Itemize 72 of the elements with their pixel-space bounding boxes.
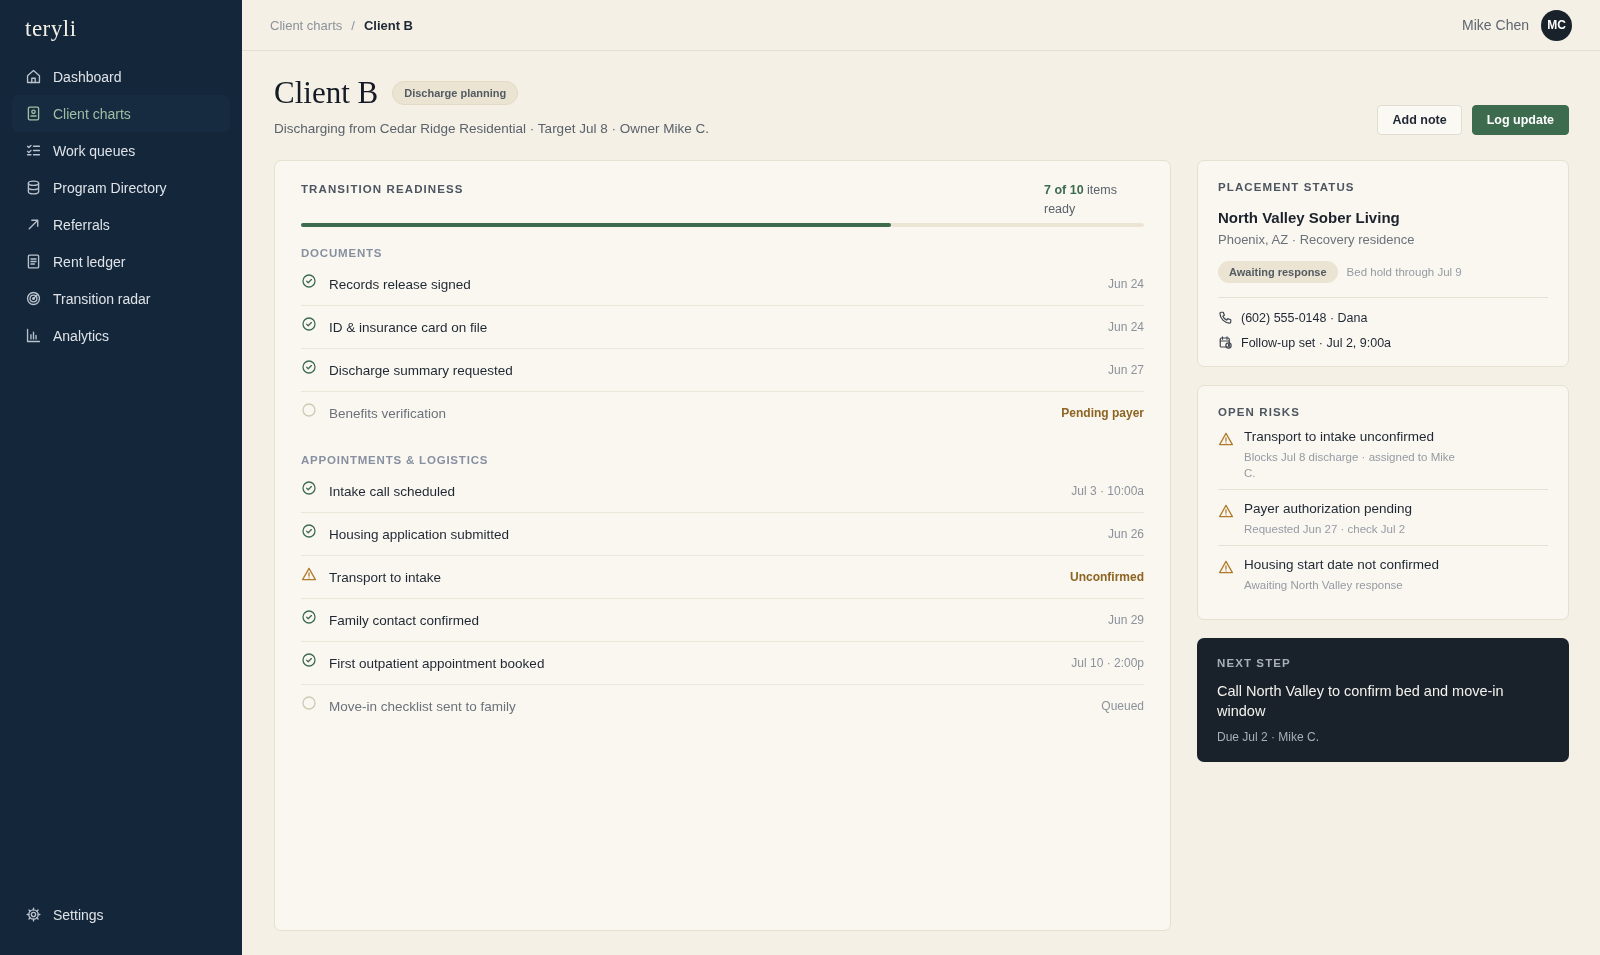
sidebar-item[interactable]: Referrals [12, 206, 230, 243]
card-title: NEXT STEP [1217, 657, 1292, 669]
bed-hold-note: Bed hold through Jul 9 [1346, 266, 1462, 278]
sidebar-item[interactable]: Dashboard [12, 58, 230, 95]
item-status: Jul 3 · 10:00a [1071, 484, 1144, 498]
risk-title: Transport to intake unconfirmed [1244, 429, 1436, 444]
client-subtitle: Discharging from Cedar Ridge Residential · Target Jul 8 · Owner Mike C. [274, 121, 709, 136]
section-heading: APPOINTMENTS & LOGISTICS [301, 454, 490, 466]
item-status: Jul 10 · 2:00p [1071, 656, 1144, 670]
item-status: Pending payer [1061, 406, 1144, 420]
item-status: Jun 26 [1107, 527, 1144, 541]
sidebar-item[interactable]: Client charts [12, 95, 230, 132]
progress-count: 7 of 10 items ready [1044, 182, 1118, 218]
item-status: Jun 27 [1107, 363, 1144, 377]
risk-detail: Awaiting North Valley response [1244, 578, 1404, 593]
home-icon [25, 68, 42, 85]
user-avatar[interactable]: MC [1541, 9, 1572, 41]
warning-icon [1218, 559, 1234, 575]
risk-detail: Requested Jun 27 · check Jul 2 [1244, 522, 1407, 537]
sidebar-item[interactable]: Work queues [12, 132, 230, 169]
checklist-item: ID & insurance card on file [329, 319, 488, 335]
contact-card-icon [25, 105, 42, 122]
calendar-clock-icon [1218, 335, 1233, 350]
sidebar-item[interactable]: Program Directory [12, 169, 230, 206]
add-note-button[interactable]: Add note [1377, 105, 1462, 135]
next-step-text: Call North Valley to confirm bed and move-in window [1217, 682, 1505, 721]
ledger-icon [25, 253, 42, 270]
sidebar-item[interactable]: Transition radar [12, 280, 230, 317]
checklist-item: Records release signed [329, 276, 471, 292]
user-name: Mike Chen [1462, 17, 1529, 33]
sidebar-item[interactable]: Rent ledger [12, 243, 230, 280]
item-status: Unconfirmed [1070, 570, 1144, 584]
sidebar-item[interactable]: Analytics [12, 317, 230, 354]
breadcrumb-separator: / [351, 17, 355, 33]
database-icon [25, 179, 42, 196]
radar-icon [25, 290, 42, 307]
section-heading: DOCUMENTS [301, 247, 384, 259]
next-step-meta: Due Jul 2 · Mike C. [1217, 730, 1321, 744]
placement-location: Phoenix, AZ · Recovery residence [1218, 232, 1416, 247]
warning-icon [1218, 431, 1234, 447]
card-title: TRANSITION READINESS [301, 183, 464, 195]
risk-title: Payer authorization pending [1244, 501, 1413, 516]
status-pill: Awaiting response [1218, 261, 1338, 283]
checklist-item: Transport to intake [329, 569, 442, 585]
sidebar-item[interactable]: Settings [12, 896, 230, 933]
card-title: OPEN RISKS [1218, 406, 1301, 418]
checklist-item: Benefits verification [329, 405, 447, 421]
warning-icon [1218, 503, 1234, 519]
item-status: Jun 24 [1107, 320, 1144, 334]
checklist-item: Housing application submitted [329, 526, 510, 542]
log-update-button[interactable]: Log update [1471, 105, 1569, 135]
risk-detail: Blocks Jul 8 discharge · assigned to Mike C. [1244, 450, 1456, 481]
gear-icon [25, 906, 42, 923]
checklist-item: Family contact confirmed [329, 612, 480, 628]
item-status: Queued [1101, 699, 1144, 713]
breadcrumb-current: Client B [363, 17, 413, 33]
checklist-item: Move-in checklist sent to family [329, 698, 516, 714]
contact-phone: (602) 555-0148 · Dana [1241, 310, 1368, 325]
checklist-item: Intake call scheduled [329, 483, 456, 499]
follow-up-text: Follow-up set · Jul 2, 9:00a [1241, 335, 1392, 350]
bar-chart-icon [25, 327, 42, 344]
item-status: Jun 24 [1107, 277, 1144, 291]
client-title: Client B [274, 75, 379, 111]
checklist-item: First outpatient appointment booked [329, 655, 545, 671]
risk-title: Housing start date not confirmed [1244, 557, 1440, 572]
item-status: Jun 29 [1107, 613, 1144, 627]
placement-name: North Valley Sober Living [1218, 209, 1401, 226]
phone-icon [1218, 310, 1233, 325]
status-tag: Discharge planning [392, 81, 519, 105]
brand-logo: teryli [24, 16, 78, 42]
card-title: PLACEMENT STATUS [1218, 181, 1356, 193]
checklist-item: Discharge summary requested [329, 362, 513, 378]
